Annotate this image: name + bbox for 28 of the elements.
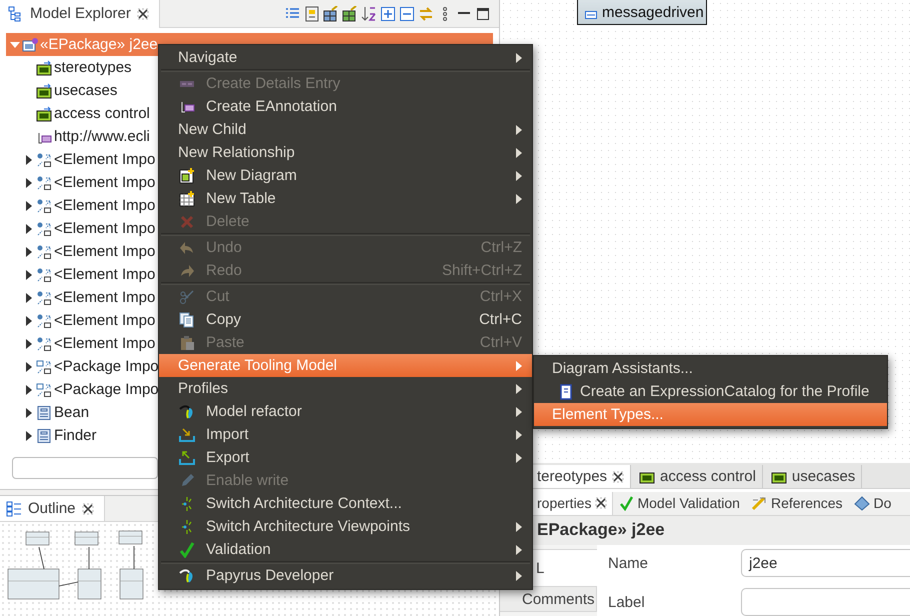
tree-label: <Element Impo (54, 335, 156, 352)
view-title: Model Explorer (30, 5, 131, 22)
shortcut-label: Ctrl+V (478, 334, 522, 351)
tree-label: Bean (54, 404, 90, 421)
shortcut-label: Ctrl+C (478, 311, 522, 328)
tree-label: <Element Impo (54, 197, 156, 214)
tree-label: <Package Impo (54, 358, 159, 375)
tree-label: http://www.ecli (54, 128, 150, 145)
field-label: Label (608, 594, 646, 610)
tree-label: <Element Impo (54, 174, 156, 191)
field-label: Name (608, 554, 650, 572)
tree-label: <Package Impo (54, 381, 159, 398)
tree-label: <Element Impo (54, 151, 156, 168)
tree-label: Finder (54, 427, 97, 444)
tree-label: access control (54, 105, 150, 122)
shortcut-label: Ctrl+X (478, 288, 522, 305)
shortcut-label: Shift+Ctrl+Z (440, 262, 522, 279)
tree-label: <Element Impo (54, 243, 156, 260)
tree-label: stereotypes (54, 59, 132, 76)
tree-label: <Element Impo (54, 266, 156, 283)
tree-label: usecases (54, 82, 118, 99)
shortcut-label: Ctrl+Z (480, 239, 522, 256)
tree-label: <Element Impo (54, 289, 156, 306)
view-title: Outline (28, 500, 76, 517)
node-label: messagedriven (602, 4, 704, 21)
tree-label: <Element Impo (54, 312, 156, 329)
tree-label: «EPackage» j2ee (40, 36, 158, 53)
tree-label: <Element Impo (54, 220, 156, 237)
